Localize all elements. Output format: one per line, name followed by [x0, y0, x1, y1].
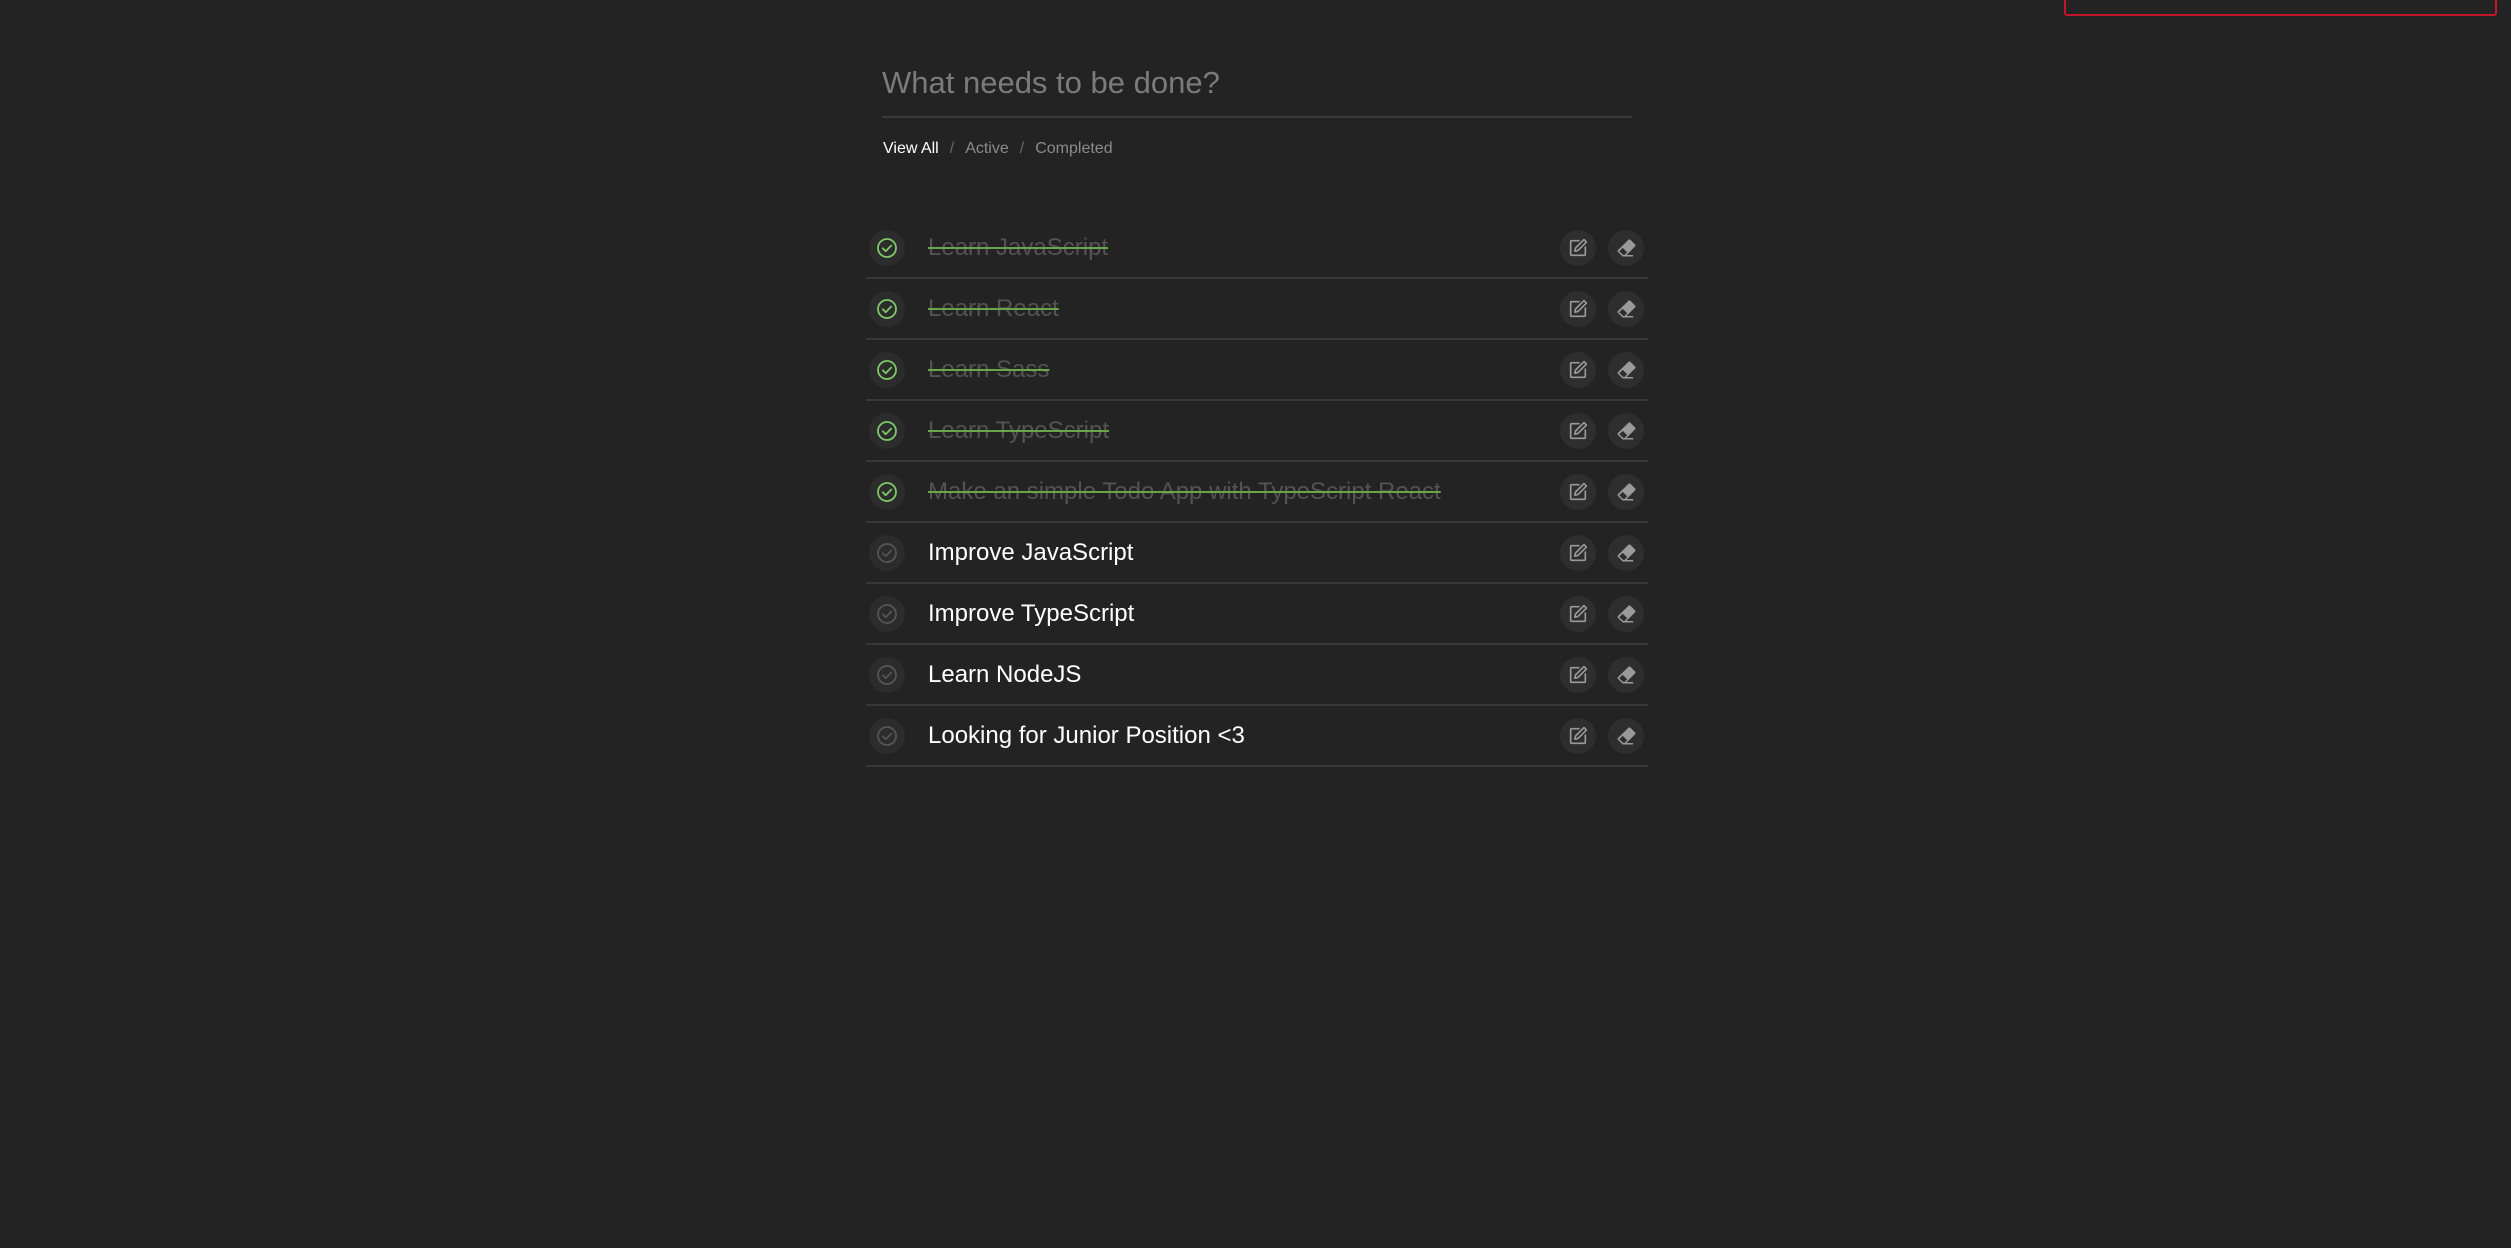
eraser-icon[interactable]: [1608, 535, 1644, 571]
todo-text: Learn TypeScript: [928, 417, 1109, 444]
eraser-icon[interactable]: [1608, 230, 1644, 266]
edit-icon[interactable]: [1560, 413, 1596, 449]
todo-text: Learn Sass: [928, 356, 1050, 383]
check-circle-icon[interactable]: [869, 657, 905, 693]
filter-separator: /: [1019, 140, 1025, 157]
todo-list: Learn JavaScript Learn React Learn Sass …: [866, 218, 1648, 767]
todo-item: Learn TypeScript: [866, 401, 1648, 462]
check-circle-icon[interactable]: [869, 291, 905, 327]
edit-icon[interactable]: [1560, 535, 1596, 571]
eraser-icon[interactable]: [1608, 657, 1644, 693]
todo-item: Learn JavaScript: [866, 218, 1648, 279]
eraser-icon[interactable]: [1608, 718, 1644, 754]
todo-item: Make an simple Todo App with TypeScript …: [866, 462, 1648, 523]
notification-outline-box: [2064, 0, 2497, 16]
todo-item: Learn React: [866, 279, 1648, 340]
todo-item: Improve JavaScript: [866, 523, 1648, 584]
todo-text: Improve JavaScript: [928, 539, 1134, 566]
check-circle-icon[interactable]: [869, 413, 905, 449]
filter-bar: View All / Active / Completed: [883, 140, 1113, 158]
filter-completed[interactable]: Completed: [1035, 140, 1112, 157]
edit-icon[interactable]: [1560, 596, 1596, 632]
edit-icon[interactable]: [1560, 352, 1596, 388]
todo-item: Learn Sass: [866, 340, 1648, 401]
check-circle-icon[interactable]: [869, 596, 905, 632]
todo-text: Learn JavaScript: [928, 234, 1109, 261]
todo-text: Learn NodeJS: [928, 661, 1082, 688]
eraser-icon[interactable]: [1608, 352, 1644, 388]
todo-text: Improve TypeScript: [928, 600, 1135, 627]
eraser-icon[interactable]: [1608, 474, 1644, 510]
check-circle-icon[interactable]: [869, 230, 905, 266]
edit-icon[interactable]: [1560, 718, 1596, 754]
check-circle-icon[interactable]: [869, 535, 905, 571]
new-todo-input[interactable]: [882, 50, 1632, 118]
eraser-icon[interactable]: [1608, 291, 1644, 327]
edit-icon[interactable]: [1560, 230, 1596, 266]
todo-text: Looking for Junior Position <3: [928, 722, 1245, 749]
filter-view-all[interactable]: View All: [883, 140, 939, 157]
todo-text: Learn React: [928, 295, 1059, 322]
filter-separator: /: [949, 140, 955, 157]
edit-icon[interactable]: [1560, 474, 1596, 510]
todo-text: Make an simple Todo App with TypeScript …: [928, 478, 1441, 505]
check-circle-icon[interactable]: [869, 352, 905, 388]
edit-icon[interactable]: [1560, 291, 1596, 327]
check-circle-icon[interactable]: [869, 474, 905, 510]
todo-item: Learn NodeJS: [866, 645, 1648, 706]
eraser-icon[interactable]: [1608, 413, 1644, 449]
edit-icon[interactable]: [1560, 657, 1596, 693]
todo-item: Looking for Junior Position <3: [866, 706, 1648, 767]
eraser-icon[interactable]: [1608, 596, 1644, 632]
check-circle-icon[interactable]: [869, 718, 905, 754]
filter-active[interactable]: Active: [965, 140, 1009, 157]
todo-item: Improve TypeScript: [866, 584, 1648, 645]
